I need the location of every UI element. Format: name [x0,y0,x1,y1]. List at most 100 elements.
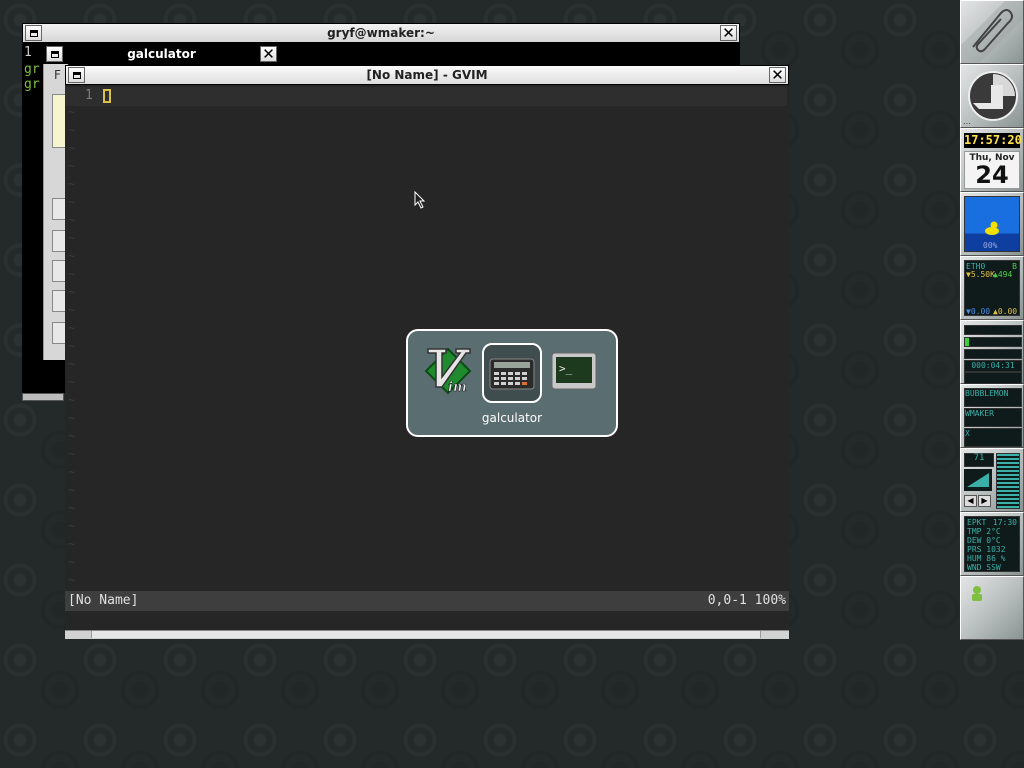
mem-bar [964,337,1022,347]
dock-mail[interactable]: BUBBLEMON WMAKER X [960,384,1024,448]
gvim-empty-line-tilde: ~ [68,141,76,155]
weather-humidity: HUM 86 % [967,554,1006,563]
gvim-empty-line-tilde: ~ [68,573,76,587]
dock-weather[interactable]: EPKT 17:30 TMP 2°C DEW 0°C PRS 1032 HUM … [960,512,1024,576]
volume-slider[interactable] [996,453,1020,509]
gvim-empty-line-tilde: ~ [68,159,76,173]
gvim-line-number: 1 [85,88,93,103]
gvim-empty-line-tilde: ~ [68,501,76,515]
galculator-close-button[interactable]: ✕ [260,46,277,62]
calendar-date: 24 [975,161,1009,189]
gvim-status-line: [No Name] 0,0-1 100% [65,591,789,611]
mail-box-bubblemon: BUBBLEMON [964,388,1022,407]
switcher-item-galculator[interactable] [482,343,542,403]
uptime-extra [964,372,1022,384]
gvim-scroll-thumb[interactable] [91,631,761,638]
gvim-empty-line-tilde: ~ [68,321,76,335]
terminal-titlebar[interactable]: gryf@wmaker:~ ✕ [22,23,740,43]
net-tx-rate: ▲494 [993,270,1013,279]
gvim-empty-line-tilde: ~ [68,483,76,497]
svg-text:>_: >_ [559,362,573,375]
gvim-status-filename: [No Name] [68,593,139,608]
weather-dewpoint: DEW 0°C [967,536,1001,545]
terminal-title: gryf@wmaker:~ [327,26,435,40]
gvim-empty-line-tilde: ~ [68,465,76,479]
gvim-horizontal-scrollbar[interactable] [65,630,789,639]
gvim-empty-line-tilde: ~ [68,213,76,227]
dock-ellipsis: … [963,117,971,126]
gvim-empty-line-tilde: ~ [68,555,76,569]
weather-wind: WND SSW [967,563,1001,572]
paperclip-icon [961,1,1023,63]
gvim-empty-line-tilde: ~ [68,537,76,551]
gvim-empty-line-tilde: ~ [68,519,76,533]
dock-windowmaker[interactable]: … [960,64,1024,128]
gvim-empty-line-tilde: ~ [68,195,76,209]
terminal-tab-digit: 1 [24,45,32,60]
gvim-empty-line-tilde: ~ [68,267,76,281]
dock-uptime[interactable]: 000:04:31 [960,320,1024,384]
gvim-empty-line-tilde: ~ [68,285,76,299]
gvim-empty-line-tilde: ~ [68,249,76,263]
mixer-next-button[interactable]: ▶ [978,495,991,507]
gvim-titlebar[interactable]: [No Name] - GVIM ✕ [65,65,789,85]
galculator-menu-file[interactable]: F [54,68,61,82]
mail-box-wmaker: WMAKER [964,408,1022,427]
gvim-empty-line-tilde: ~ [68,339,76,353]
swap-bar [964,349,1022,359]
bubblemon-percent: 00% [983,241,998,250]
svg-text:im: im [448,380,467,395]
dock-bubblemon[interactable]: 00% [960,192,1024,256]
gvim-title: [No Name] - GVIM [366,68,488,82]
gvim-status-position: 0,0-1 100% [707,593,786,608]
galculator-minimize-button[interactable] [46,46,63,62]
gvim-text-cursor [103,89,111,103]
bubblemon-water: 00% [964,196,1020,252]
clock-time: 17:57:20 [964,133,1022,148]
switcher-item-gvim[interactable]: im [420,343,480,403]
terminal-line-1: gr [24,62,40,77]
mixer-prev-button[interactable]: ◀ [964,495,977,507]
gvim-empty-line-tilde: ~ [68,357,76,371]
net-tx-total: ▲0.00 [993,307,1018,316]
gvim-empty-line-tilde: ~ [68,231,76,245]
terminal-close-button[interactable]: ✕ [720,25,737,41]
duck-icon [985,221,1000,235]
gvim-empty-line-tilde: ~ [68,411,76,425]
weather-station: EPKT [967,518,987,527]
mixer-arrows[interactable]: ◀ ▶ [964,495,992,507]
gvim-empty-line-tilde: ~ [68,429,76,443]
galculator-titlebar[interactable]: galculator ✕ [43,44,280,64]
switcher-selected-label: galculator [481,411,543,425]
gvim-empty-line-tilde: ~ [68,447,76,461]
dock-netmon[interactable]: ETH0 B ▼5.50K ▲494 ▼0.00 ▲0.00 [960,256,1024,320]
weather-time: 17:30 [992,518,1017,527]
uptime-counter: 000:04:31 [964,360,1022,372]
gvim-cursor-line [65,87,787,106]
dock-app[interactable] [960,576,1024,640]
net-flag: B [1012,262,1017,271]
calculator-icon [489,358,535,390]
dock-mixer[interactable]: 71 ◀ ▶ [960,448,1024,512]
mouse-pointer-icon [414,191,426,209]
dock-clock[interactable]: 17:57:20 Thu, Nov 24 [960,128,1024,192]
dock: … 17:57:20 Thu, Nov 24 00% ETH0 B ▼5.50K… [960,0,1024,640]
dock-clip[interactable] [960,0,1024,64]
calendar: Thu, Nov 24 [964,151,1020,189]
gvim-empty-line-tilde: ~ [68,105,76,119]
cpu-bar [964,325,1022,335]
mail-box-x: X [964,428,1022,447]
user-icon [972,586,982,601]
weather-pressure: PRS 1032 [967,545,1006,554]
vim-icon: im [424,347,472,395]
net-rx-rate: ▼5.50K [966,270,995,279]
gvim-empty-line-tilde: ~ [68,375,76,389]
mixer-value: 71 [964,453,994,467]
switcher-item-terminal[interactable]: >_ [544,343,604,403]
gvim-empty-line-tilde: ~ [68,177,76,191]
galculator-title: galculator [66,47,257,61]
terminal-icon: >_ [551,352,597,390]
gvim-empty-line-tilde: ~ [68,303,76,317]
terminal-scrollbar[interactable] [22,393,64,401]
gvim-close-button[interactable]: ✕ [769,67,786,83]
